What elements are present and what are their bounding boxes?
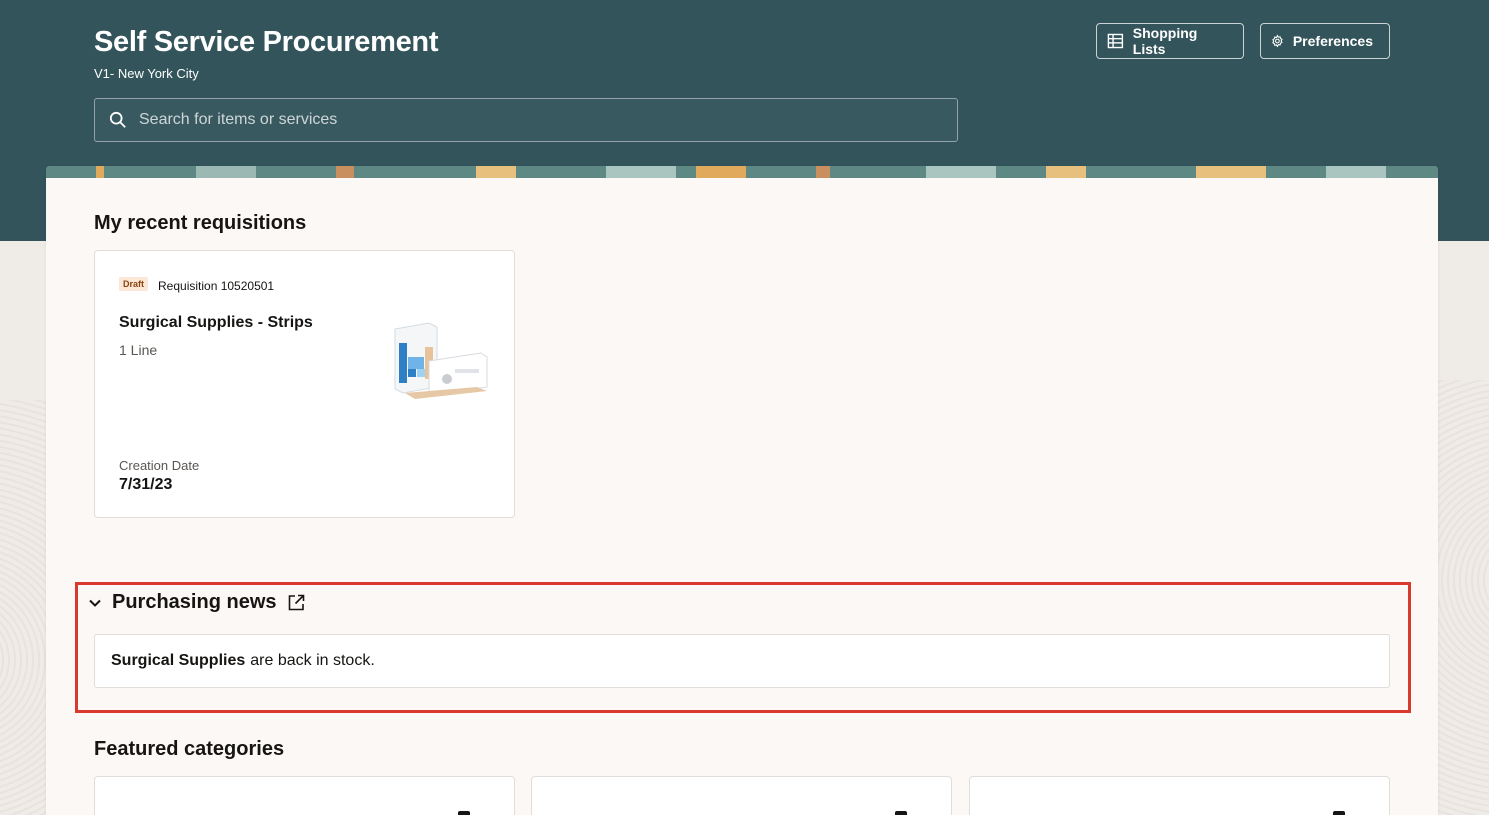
news-item-highlight: Surgical Supplies — [111, 652, 246, 669]
news-item-text: are back in stock. — [250, 652, 375, 669]
category-image — [458, 811, 470, 815]
requisition-card[interactable]: Draft Requisition 10520501 Surgical Supp… — [94, 250, 515, 518]
status-badge: Draft — [119, 277, 149, 291]
chevron-down-icon[interactable] — [88, 596, 102, 610]
search-input[interactable]: Search for items or services — [94, 98, 958, 142]
purchasing-news-title: Purchasing news — [112, 591, 277, 613]
app-title: Self Service Procurement — [94, 26, 439, 58]
preferences-label: Preferences — [1292, 33, 1373, 49]
featured-categories-title: Featured categories — [94, 738, 285, 760]
gear-icon — [1272, 34, 1283, 48]
category-image — [895, 811, 907, 815]
search-icon — [109, 111, 126, 128]
requisition-lines: 1 Line — [119, 342, 158, 358]
background-pattern-right — [1437, 380, 1489, 815]
requisition-title: Surgical Supplies - Strips — [119, 314, 313, 331]
search-placeholder: Search for items or services — [139, 111, 338, 128]
category-card[interactable] — [969, 776, 1390, 815]
shopping-lists-button[interactable]: Shopping Lists — [1096, 23, 1244, 59]
news-item: Surgical Supplies are back in stock. — [94, 634, 1390, 688]
recent-requisitions-title: My recent requisitions — [94, 212, 307, 234]
external-link-icon[interactable] — [287, 593, 306, 612]
category-card[interactable] — [94, 776, 515, 815]
preferences-button[interactable]: Preferences — [1260, 23, 1390, 59]
category-card[interactable] — [531, 776, 952, 815]
shopping-lists-label: Shopping Lists — [1132, 25, 1198, 57]
decorative-banner — [46, 166, 1438, 178]
purchasing-news-header: Purchasing news — [88, 591, 306, 614]
creation-date: 7/31/23 — [119, 476, 173, 493]
requisition-number: Requisition 10520501 — [158, 279, 275, 293]
creation-date-label: Creation Date — [119, 458, 200, 473]
product-image — [394, 322, 488, 399]
location-label: V1- New York City — [94, 66, 199, 81]
table-icon — [1107, 33, 1124, 49]
category-image — [1333, 811, 1345, 815]
